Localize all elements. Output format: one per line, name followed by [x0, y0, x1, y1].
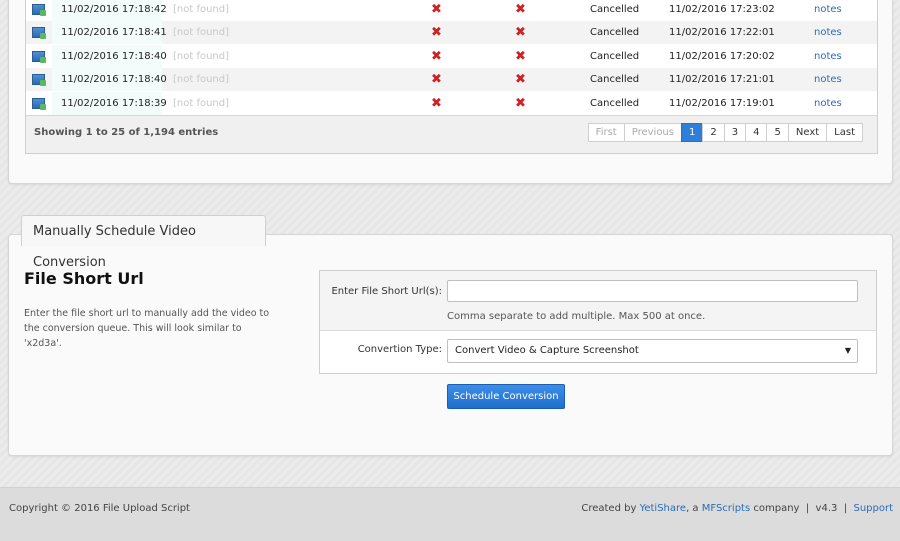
- pager-page-3[interactable]: 3: [723, 123, 747, 142]
- status-text: Cancelled: [590, 27, 640, 39]
- url-label: Enter File Short Url(s):: [331, 286, 442, 297]
- file-name: [not found]: [173, 27, 230, 39]
- conversion-type-value: Convert Video & Capture Screenshot: [455, 345, 639, 356]
- file-name: [not found]: [173, 50, 230, 62]
- status-text: Cancelled: [590, 50, 640, 62]
- status-text: Cancelled: [590, 74, 640, 86]
- cross-icon: ✖: [515, 95, 526, 111]
- video-file-icon: [32, 0, 46, 21]
- dropdown-arrow-icon: ▼: [844, 346, 851, 355]
- support-link[interactable]: Support: [853, 503, 893, 514]
- form-row-url: Enter File Short Url(s): Comma separate …: [320, 271, 876, 331]
- type-label: Convertion Type:: [357, 344, 442, 355]
- table-row: 11/02/2016 17:18:40 [not found] ✖ ✖ Cancelle…: [26, 44, 877, 68]
- cross-icon: ✖: [431, 72, 442, 88]
- table-footer: Showing 1 to 25 of 1,194 entries First P…: [26, 115, 877, 153]
- queued-date: 11/02/2016 17:18:39: [52, 91, 167, 115]
- cross-icon: ✖: [431, 2, 442, 17]
- form-row-type: Convertion Type: Convert Video & Capture…: [320, 331, 876, 373]
- completed-date: 11/02/2016 17:20:02: [669, 50, 775, 62]
- status-text: Cancelled: [590, 4, 640, 15]
- queued-date: 11/02/2016 17:18:41: [52, 21, 167, 45]
- mfscripts-link[interactable]: MFScripts: [702, 503, 750, 514]
- a-text: , a: [686, 503, 699, 514]
- status-text: Cancelled: [590, 97, 640, 109]
- pager-last[interactable]: Last: [826, 123, 863, 142]
- cross-icon: ✖: [431, 95, 442, 111]
- pager-first[interactable]: First: [587, 123, 625, 142]
- company-text: company: [753, 503, 800, 514]
- schedule-form: Enter File Short Url(s): Comma separate …: [319, 270, 877, 374]
- short-url-input[interactable]: [447, 280, 858, 302]
- notes-link[interactable]: notes: [814, 45, 842, 68]
- pager-page-5[interactable]: 5: [766, 123, 789, 142]
- tab-manual-schedule[interactable]: Manually Schedule Video Conversion: [21, 215, 266, 270]
- video-file-icon: [32, 45, 46, 68]
- table-row: 11/02/2016 17:18:42 [not found] ✖ ✖ Cancelle…: [26, 0, 877, 21]
- cross-icon: ✖: [431, 48, 442, 64]
- cross-icon: ✖: [431, 25, 442, 41]
- footer-separator: |: [805, 503, 810, 514]
- footer-credits: Created by YetiShare, a MFScripts compan…: [581, 503, 893, 514]
- completed-date: 11/02/2016 17:22:01: [669, 27, 775, 39]
- file-name: [not found]: [173, 4, 230, 15]
- copyright-text: Copyright © 2016 File Upload Script: [9, 503, 190, 514]
- completed-date: 11/02/2016 17:19:01: [669, 97, 775, 109]
- video-queue-panel: 11/02/2016 17:18:42 [not found] ✖ ✖ Cancelle…: [8, 0, 893, 184]
- manual-schedule-panel: File Short Url Enter the file short url …: [8, 234, 893, 456]
- notes-link[interactable]: notes: [814, 68, 842, 91]
- video-file-icon: [32, 92, 46, 115]
- entries-summary: Showing 1 to 25 of 1,194 entries: [34, 127, 219, 138]
- queued-date: 11/02/2016 17:18:40: [52, 44, 167, 68]
- section-description: Enter the file short url to manually add…: [24, 308, 270, 349]
- pager-next[interactable]: Next: [787, 123, 828, 142]
- created-by-text: Created by: [581, 503, 637, 514]
- page-footer: Copyright © 2016 File Upload Script Crea…: [0, 487, 900, 541]
- table-row: 11/02/2016 17:18:41 [not found] ✖ ✖ Cancelle…: [26, 21, 877, 45]
- schedule-conversion-button[interactable]: Schedule Conversion: [447, 384, 565, 409]
- conversion-type-select[interactable]: Convert Video & Capture Screenshot ▼: [447, 339, 858, 363]
- cross-icon: ✖: [515, 48, 526, 64]
- pagination: First Previous 1 2 3 4 5 Next Last: [587, 123, 863, 142]
- yetishare-link[interactable]: YetiShare: [640, 503, 687, 514]
- queued-date: 11/02/2016 17:18:40: [52, 68, 167, 92]
- footer-separator: |: [843, 503, 848, 514]
- video-file-icon: [32, 21, 46, 44]
- video-queue-table: 11/02/2016 17:18:42 [not found] ✖ ✖ Cancelle…: [25, 0, 878, 154]
- notes-link[interactable]: notes: [814, 21, 842, 44]
- queued-date: 11/02/2016 17:18:42: [52, 0, 167, 21]
- pager-page-4[interactable]: 4: [745, 123, 768, 142]
- pager-page-2[interactable]: 2: [702, 123, 725, 142]
- version-text: v4.3: [815, 503, 838, 514]
- cross-icon: ✖: [515, 25, 526, 41]
- url-hint: Comma separate to add multiple. Max 500 …: [447, 311, 706, 322]
- file-name: [not found]: [173, 97, 230, 109]
- notes-link[interactable]: notes: [814, 92, 842, 115]
- table-row: 11/02/2016 17:18:39 [not found] ✖ ✖ Cancelle…: [26, 91, 877, 115]
- notes-link[interactable]: notes: [814, 0, 842, 21]
- cross-icon: ✖: [515, 72, 526, 88]
- video-file-icon: [32, 68, 46, 91]
- table-row: 11/02/2016 17:18:40 [not found] ✖ ✖ Cancelle…: [26, 68, 877, 92]
- cross-icon: ✖: [515, 2, 526, 17]
- completed-date: 11/02/2016 17:23:02: [669, 4, 775, 15]
- file-name: [not found]: [173, 74, 230, 86]
- completed-date: 11/02/2016 17:21:01: [669, 74, 775, 86]
- pager-previous[interactable]: Previous: [623, 123, 682, 142]
- pager-page-1[interactable]: 1: [680, 123, 704, 142]
